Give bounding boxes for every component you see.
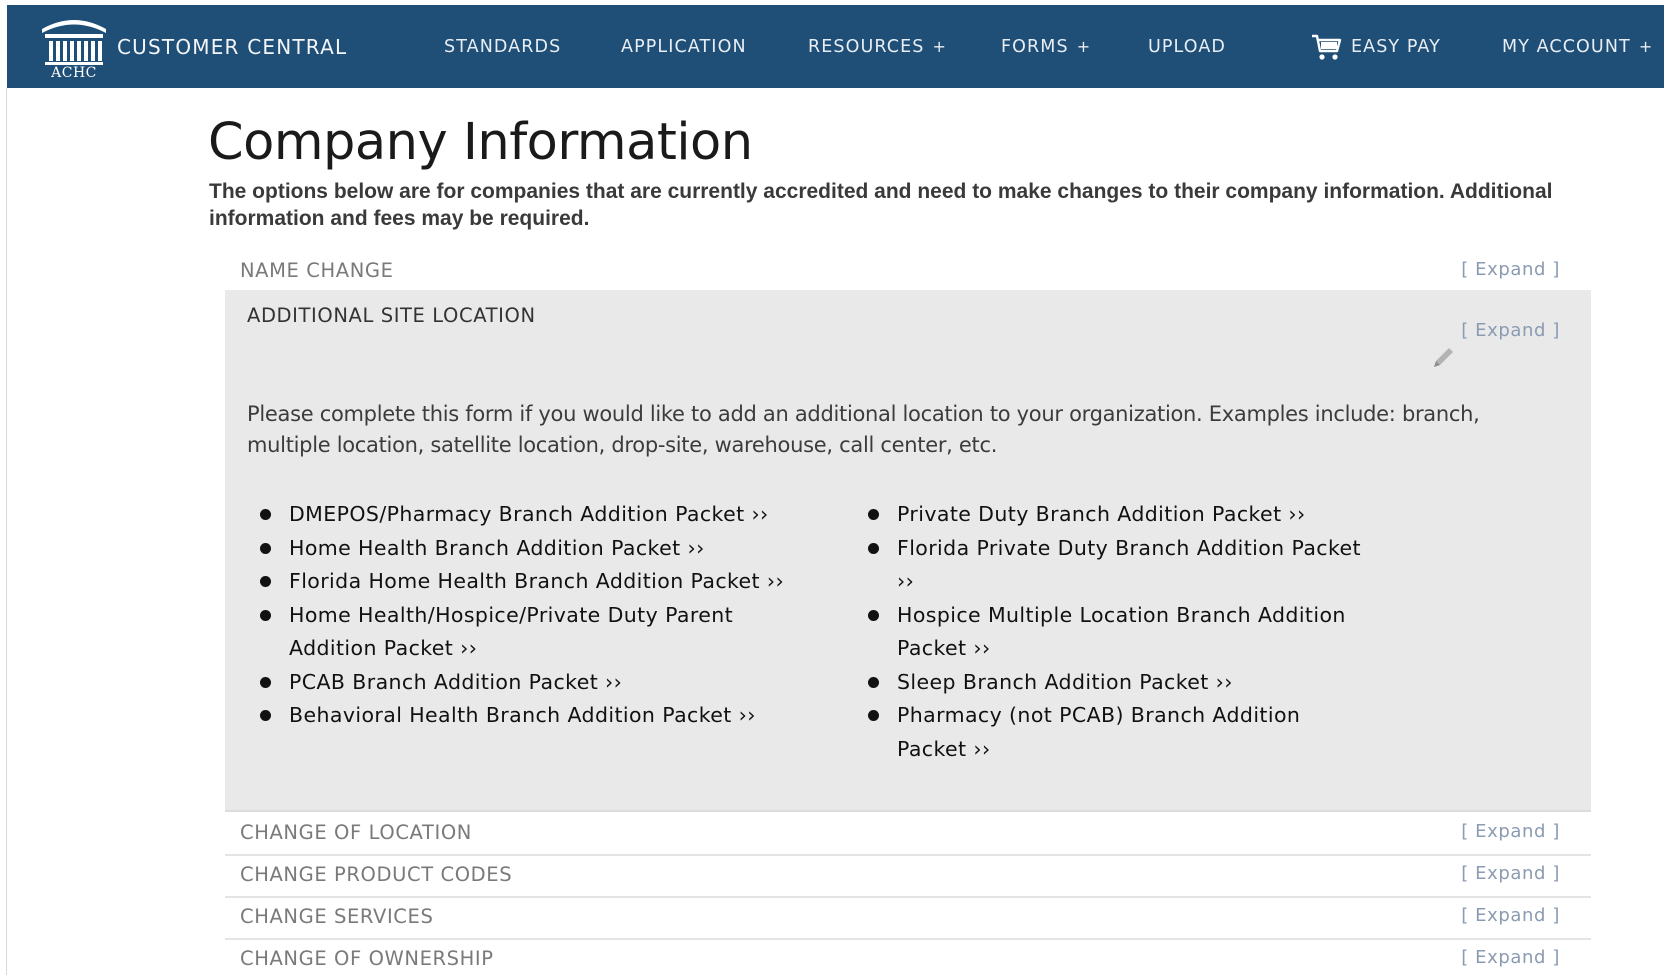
- bullet: [260, 676, 271, 688]
- nav-my-account-label: MY ACCOUNT: [1502, 36, 1631, 57]
- building-icon: [42, 20, 106, 65]
- nav-application[interactable]: APPLICATION: [621, 5, 747, 88]
- expand-link[interactable]: [ Expand ]: [1461, 947, 1560, 968]
- bullet: [260, 509, 271, 520]
- accordion-title[interactable]: CHANGE OF LOCATION: [240, 821, 472, 844]
- nav-my-account[interactable]: MY ACCOUNT +: [1502, 5, 1653, 88]
- accordion-name-change: NAME CHANGE [ Expand ]: [225, 252, 1591, 294]
- expand-link[interactable]: [ Expand ]: [1461, 259, 1560, 280]
- list-item: Behavioral Health Branch Addition Packet…: [247, 699, 827, 733]
- nav-easy-pay-label: EASY PAY: [1351, 36, 1441, 57]
- expand-link[interactable]: [ Expand ]: [1461, 821, 1560, 842]
- packet-link[interactable]: PCAB Branch Addition Packet ››: [289, 670, 622, 694]
- nav-resources-plus-icon: +: [932, 37, 947, 56]
- accordion-title[interactable]: CHANGE OF OWNERSHIP: [240, 947, 494, 970]
- bullet: [868, 509, 879, 520]
- accordion-change-services: CHANGE SERVICES [ Expand ]: [225, 898, 1591, 940]
- list-item: Sleep Branch Addition Packet ››: [855, 666, 1375, 700]
- nav-forms-plus-icon: +: [1076, 37, 1092, 56]
- brand-name: CUSTOMER CENTRAL: [117, 35, 348, 59]
- pencil-icon[interactable]: [1429, 344, 1457, 372]
- accordion-title[interactable]: NAME CHANGE: [240, 259, 394, 282]
- accordion-additional-site-location: ADDITIONAL SITE LOCATION [ Expand ] Plea…: [225, 290, 1591, 812]
- packet-list-left: DMEPOS/Pharmacy Branch Addition Packet ›…: [247, 498, 827, 733]
- accordion-change-product-codes: CHANGE PRODUCT CODES [ Expand ]: [225, 856, 1591, 898]
- nav-forms[interactable]: FORMS +: [1001, 5, 1091, 88]
- packet-link[interactable]: Home Health/Hospice/Private Duty Parent …: [289, 603, 733, 661]
- left-border: [6, 88, 7, 975]
- packet-link[interactable]: DMEPOS/Pharmacy Branch Addition Packet ›…: [289, 502, 769, 526]
- list-item: DMEPOS/Pharmacy Branch Addition Packet ›…: [247, 498, 827, 532]
- bullet: [868, 710, 879, 721]
- expand-link[interactable]: [ Expand ]: [1461, 905, 1560, 926]
- nav-upload-label: UPLOAD: [1148, 36, 1227, 57]
- nav-application-label: APPLICATION: [621, 36, 747, 57]
- packet-link[interactable]: Florida Private Duty Branch Addition Pac…: [897, 536, 1361, 594]
- list-item: Home Health/Hospice/Private Duty Parent …: [247, 599, 827, 666]
- expand-link[interactable]: [ Expand ]: [1461, 320, 1560, 341]
- list-item: PCAB Branch Addition Packet ››: [247, 666, 827, 700]
- accordion-change-of-ownership: CHANGE OF OWNERSHIP [ Expand ]: [225, 940, 1591, 975]
- nav-standards-label: STANDARDS: [444, 36, 562, 57]
- bullet: [260, 710, 271, 721]
- accordion-title[interactable]: CHANGE SERVICES: [240, 905, 433, 928]
- accordion-title[interactable]: CHANGE PRODUCT CODES: [240, 863, 512, 886]
- list-item: Private Duty Branch Addition Packet ››: [855, 498, 1375, 532]
- intro-text: The options below are for companies that…: [209, 180, 1553, 230]
- bullet: [260, 609, 271, 621]
- bullet: [868, 542, 879, 554]
- packet-link[interactable]: Behavioral Health Branch Addition Packet…: [289, 703, 756, 727]
- list-item: Hospice Multiple Location Branch Additio…: [855, 599, 1375, 666]
- nav-my-account-plus-icon: +: [1638, 37, 1654, 56]
- accordion-change-of-location: CHANGE OF LOCATION [ Expand ]: [225, 814, 1591, 856]
- packet-link[interactable]: Pharmacy (not PCAB) Branch Addition Pack…: [897, 703, 1300, 761]
- packet-link[interactable]: Private Duty Branch Addition Packet ››: [897, 502, 1306, 526]
- list-item: Florida Private Duty Branch Addition Pac…: [855, 532, 1375, 599]
- list-item: Home Health Branch Addition Packet ››: [247, 532, 827, 566]
- bullet: [868, 609, 879, 621]
- brand-home-link[interactable]: ACHC CUSTOMER CENTRAL: [37, 13, 357, 81]
- packet-list-right: Private Duty Branch Addition Packet ›› F…: [855, 498, 1375, 766]
- top-navbar: ACHC CUSTOMER CENTRAL STANDARDS APPLICAT…: [7, 5, 1664, 88]
- bullet: [260, 542, 271, 554]
- list-item: Florida Home Health Branch Addition Pack…: [247, 565, 827, 599]
- shopping-cart-icon: [1311, 32, 1343, 62]
- packet-link[interactable]: Sleep Branch Addition Packet ››: [897, 670, 1233, 694]
- packet-link[interactable]: Hospice Multiple Location Branch Additio…: [897, 603, 1346, 661]
- nav-standards[interactable]: STANDARDS: [444, 5, 561, 88]
- list-item: Pharmacy (not PCAB) Branch Addition Pack…: [855, 699, 1375, 766]
- logo-wordmark: ACHC: [51, 65, 97, 81]
- bullet: [868, 676, 879, 688]
- bullet: [260, 576, 271, 587]
- accordion-title[interactable]: ADDITIONAL SITE LOCATION: [247, 304, 536, 327]
- achc-logo: ACHC: [37, 13, 111, 81]
- nav-upload[interactable]: UPLOAD: [1148, 5, 1226, 88]
- nav-resources[interactable]: RESOURCES +: [808, 5, 947, 88]
- section-description: Please complete this form if you would l…: [247, 402, 1480, 457]
- nav-forms-label: FORMS: [1001, 36, 1069, 57]
- packet-link[interactable]: Florida Home Health Branch Addition Pack…: [289, 569, 784, 593]
- nav-easy-pay[interactable]: EASY PAY: [1311, 5, 1441, 88]
- expand-link[interactable]: [ Expand ]: [1461, 863, 1560, 884]
- page: ACHC CUSTOMER CENTRAL STANDARDS APPLICAT…: [0, 0, 1664, 975]
- nav-resources-label: RESOURCES: [808, 36, 925, 57]
- page-title: Company Information: [208, 113, 753, 172]
- packet-link[interactable]: Home Health Branch Addition Packet ››: [289, 536, 705, 560]
